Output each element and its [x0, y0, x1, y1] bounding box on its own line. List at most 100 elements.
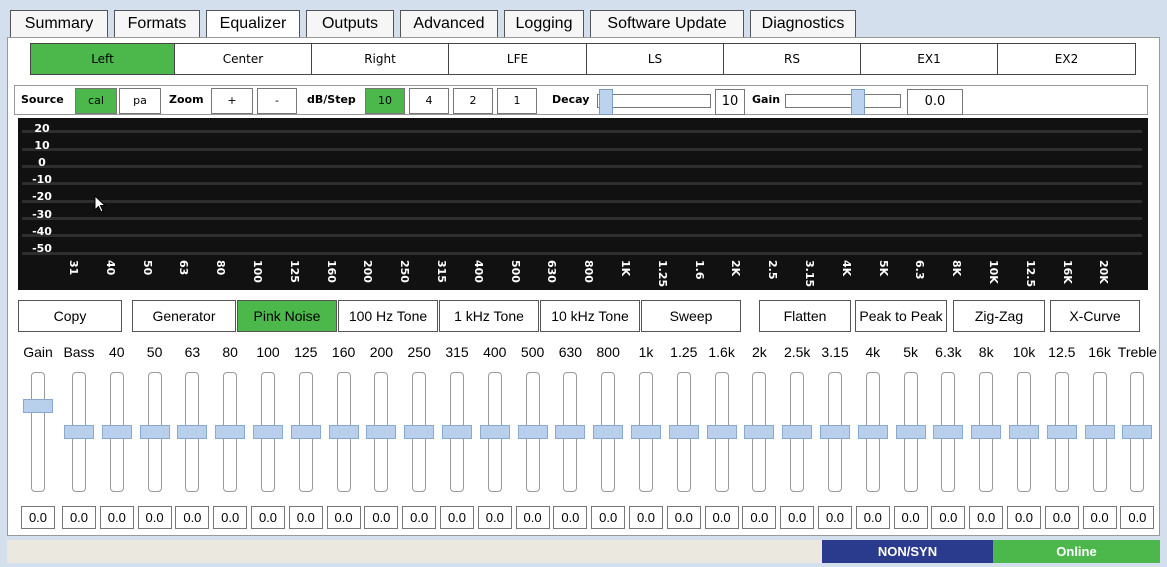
band-value[interactable]: 0.0 [666, 506, 701, 529]
band-value[interactable]: 0.0 [326, 506, 361, 529]
tone-10khz-button[interactable]: 10 kHz Tone [540, 300, 640, 332]
band-value[interactable]: 0.0 [99, 506, 134, 529]
band-slider-thumb[interactable] [64, 425, 94, 439]
band-value[interactable]: 0.0 [855, 506, 890, 529]
dbstep-2-button[interactable]: 2 [453, 88, 493, 114]
band-slider-thumb[interactable] [442, 425, 472, 439]
band-value[interactable]: 0.0 [742, 506, 777, 529]
zoom-in-button[interactable]: + [211, 88, 253, 114]
channel-ls-button[interactable]: LS [587, 44, 724, 74]
tab-outputs[interactable]: Outputs [306, 10, 394, 38]
band-value[interactable]: 0.0 [629, 506, 663, 529]
band-value[interactable]: 0.0 [1007, 506, 1041, 529]
band-slider-thumb[interactable] [744, 425, 775, 439]
band-value[interactable]: 0.0 [515, 506, 550, 529]
band-value[interactable]: 0.0 [704, 506, 739, 529]
band-slider-thumb[interactable] [668, 425, 699, 439]
channel-ex1-button[interactable]: EX1 [861, 44, 998, 74]
gain-value[interactable]: 0.0 [907, 89, 963, 115]
band-slider-thumb[interactable] [706, 425, 737, 439]
x-curve-button[interactable]: X-Curve [1050, 300, 1140, 332]
generator-button[interactable]: Generator [132, 300, 236, 332]
dbstep-1-button[interactable]: 1 [497, 88, 537, 114]
band-slider-thumb[interactable] [404, 425, 435, 439]
band-slider-thumb[interactable] [517, 425, 548, 439]
source-pa-button[interactable]: pa [119, 88, 161, 114]
tab-equalizer[interactable]: Equalizer [206, 10, 300, 39]
dbstep-10-button[interactable]: 10 [365, 88, 405, 114]
sweep-button[interactable]: Sweep [641, 300, 741, 332]
tone-100hz-button[interactable]: 100 Hz Tone [338, 300, 438, 332]
tab-formats[interactable]: Formats [114, 10, 200, 38]
band-slider-thumb[interactable] [139, 425, 170, 439]
band-value[interactable]: 0.0 [251, 506, 285, 529]
band-slider-thumb[interactable] [479, 425, 510, 439]
band-slider-thumb[interactable] [1122, 425, 1153, 439]
band-value[interactable]: 0.0 [402, 506, 437, 529]
band-value[interactable]: 0.0 [818, 506, 852, 529]
gain-slider-track[interactable] [785, 94, 901, 108]
band-value[interactable]: 0.0 [553, 506, 588, 529]
band-slider-thumb[interactable] [1084, 425, 1115, 439]
band-value[interactable]: 0.0 [780, 506, 815, 529]
band-value[interactable]: 0.0 [440, 506, 474, 529]
tab-software-update[interactable]: Software Update [590, 10, 744, 38]
band-value[interactable]: 0.0 [213, 506, 248, 529]
pink-noise-button[interactable]: Pink Noise [237, 300, 337, 332]
band-slider-thumb[interactable] [177, 425, 208, 439]
band-value[interactable]: 0.0 [364, 506, 399, 529]
dbstep-4-button[interactable]: 4 [409, 88, 449, 114]
band-slider-thumb[interactable] [782, 425, 813, 439]
tab-logging[interactable]: Logging [504, 10, 584, 38]
channel-lfe-button[interactable]: LFE [449, 44, 587, 74]
band-value[interactable]: 0.0 [62, 506, 96, 529]
band-value[interactable]: 0.0 [591, 506, 626, 529]
band-slider-thumb[interactable] [857, 425, 888, 439]
band-slider-thumb[interactable] [895, 425, 926, 439]
band-value[interactable]: 0.0 [969, 506, 1004, 529]
band-slider-track[interactable] [31, 372, 45, 492]
decay-value[interactable]: 10 [715, 89, 745, 115]
band-value[interactable]: 0.0 [175, 506, 210, 529]
channel-right-button[interactable]: Right [312, 44, 449, 74]
band-slider-thumb[interactable] [101, 425, 132, 439]
channel-left-button[interactable]: Left [31, 44, 175, 74]
band-value[interactable]: 0.0 [21, 506, 55, 529]
band-value[interactable]: 0.0 [1044, 506, 1079, 529]
band-value[interactable]: 0.0 [1082, 506, 1117, 529]
band-value[interactable]: 0.0 [1120, 506, 1155, 529]
band-slider-thumb[interactable] [23, 398, 53, 413]
band-value[interactable]: 0.0 [893, 506, 928, 529]
channel-center-button[interactable]: Center [175, 44, 312, 74]
channel-rs-button[interactable]: RS [724, 44, 861, 74]
band-value[interactable]: 0.0 [137, 506, 172, 529]
band-slider-thumb[interactable] [555, 425, 586, 439]
band-slider-thumb[interactable] [290, 425, 321, 439]
band-slider-thumb[interactable] [366, 425, 397, 439]
tab-summary[interactable]: Summary [10, 10, 108, 38]
band-slider-thumb[interactable] [593, 425, 624, 439]
flatten-button[interactable]: Flatten [759, 300, 851, 332]
tab-advanced[interactable]: Advanced [400, 10, 498, 38]
band-value[interactable]: 0.0 [477, 506, 512, 529]
decay-slider-thumb[interactable] [599, 89, 613, 115]
peak-to-peak-button[interactable]: Peak to Peak [855, 300, 947, 332]
band-slider-thumb[interactable] [1046, 425, 1077, 439]
zig-zag-button[interactable]: Zig-Zag [953, 300, 1045, 332]
band-slider-thumb[interactable] [933, 425, 964, 439]
band-value[interactable]: 0.0 [931, 506, 966, 529]
band-value[interactable]: 0.0 [288, 506, 323, 529]
band-slider-thumb[interactable] [253, 425, 283, 439]
decay-slider-track[interactable] [597, 94, 711, 108]
channel-ex2-button[interactable]: EX2 [998, 44, 1135, 74]
band-slider-thumb[interactable] [1009, 425, 1039, 439]
gain-slider-thumb[interactable] [851, 89, 865, 115]
tab-diagnostics[interactable]: Diagnostics [750, 10, 856, 38]
zoom-out-button[interactable]: - [257, 88, 297, 114]
copy-button[interactable]: Copy [18, 300, 122, 332]
band-slider-thumb[interactable] [215, 425, 246, 439]
tone-1khz-button[interactable]: 1 kHz Tone [439, 300, 539, 332]
band-slider-thumb[interactable] [971, 425, 1002, 439]
band-slider-thumb[interactable] [820, 425, 850, 439]
source-cal-button[interactable]: cal [75, 88, 117, 114]
